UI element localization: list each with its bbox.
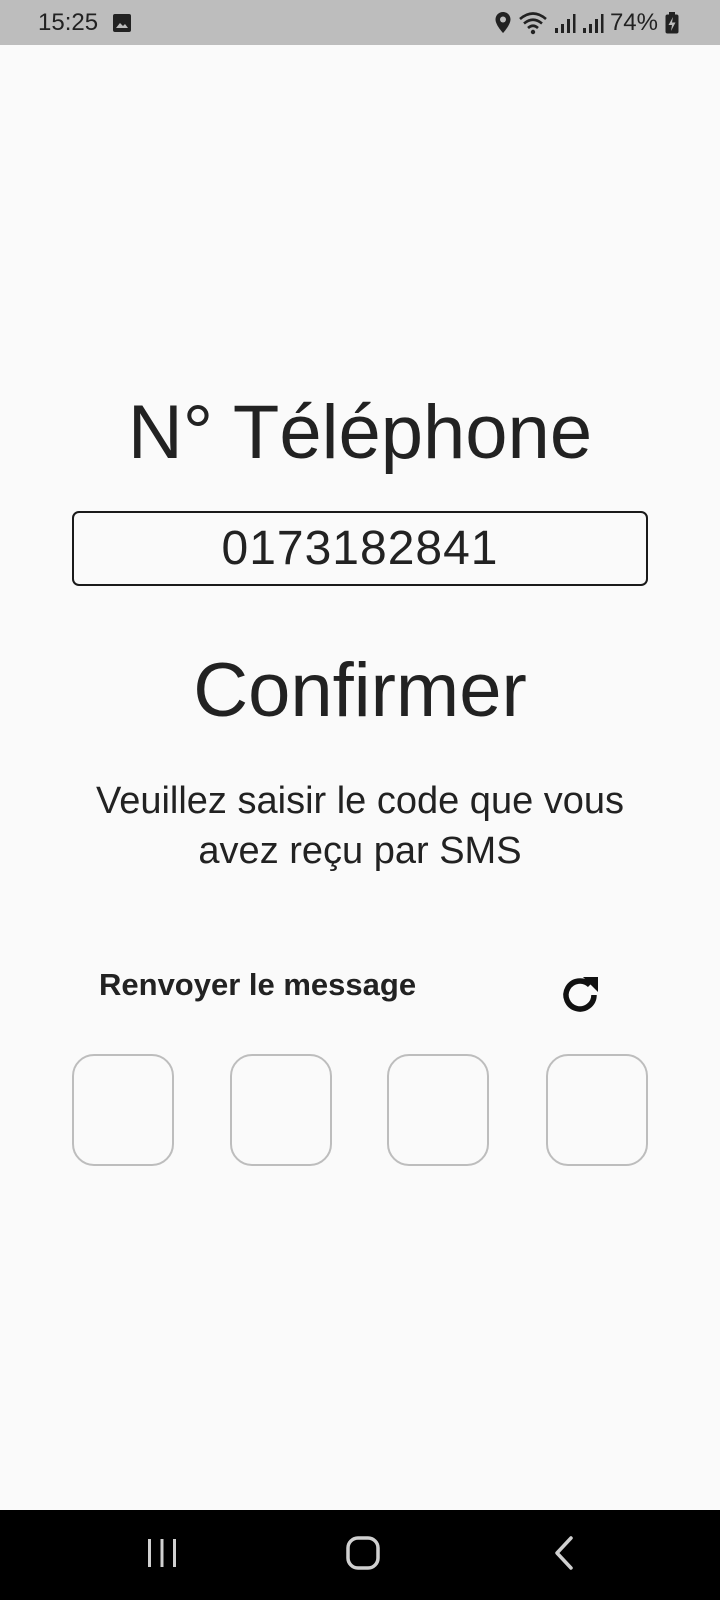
phone-title: N° Téléphone <box>127 390 593 475</box>
code-digit-4[interactable] <box>546 1054 648 1166</box>
battery-charging-icon <box>664 11 680 35</box>
signal-icon-1 <box>554 12 576 34</box>
code-digit-2[interactable] <box>230 1054 332 1166</box>
refresh-button[interactable] <box>553 970 607 1024</box>
signal-icon-2 <box>582 12 604 34</box>
home-button[interactable] <box>339 1532 387 1578</box>
status-bar: 15:25 74% <box>0 0 720 45</box>
code-input-group <box>72 1054 648 1166</box>
confirm-title: Confirmer <box>193 648 527 733</box>
location-icon <box>494 11 512 35</box>
code-digit-3[interactable] <box>387 1054 489 1166</box>
battery-percent: 74% <box>609 8 658 36</box>
refresh-icon <box>556 971 604 1024</box>
navigation-bar <box>0 1510 720 1600</box>
instructions-text: Veuillez saisir le code que vous avez re… <box>95 780 625 872</box>
recents-icon <box>145 1537 179 1574</box>
back-button[interactable] <box>540 1532 588 1578</box>
status-right: 74% <box>494 9 680 37</box>
home-icon <box>345 1535 381 1576</box>
resend-message-link[interactable]: Renvoyer le message <box>99 967 416 1003</box>
phone-number-value: 0173182841 <box>221 522 499 575</box>
status-time: 15:25 <box>38 8 99 36</box>
wifi-icon <box>518 11 548 35</box>
gallery-notification-icon <box>112 13 132 33</box>
code-digit-1[interactable] <box>72 1054 174 1166</box>
screen: 15:25 74% N° Téléphone 0173182841 Confir… <box>0 0 720 1600</box>
recents-button[interactable] <box>138 1532 186 1578</box>
phone-number-field[interactable]: 0173182841 <box>72 511 648 586</box>
back-icon <box>552 1535 576 1576</box>
status-left: 15:25 <box>38 9 132 37</box>
